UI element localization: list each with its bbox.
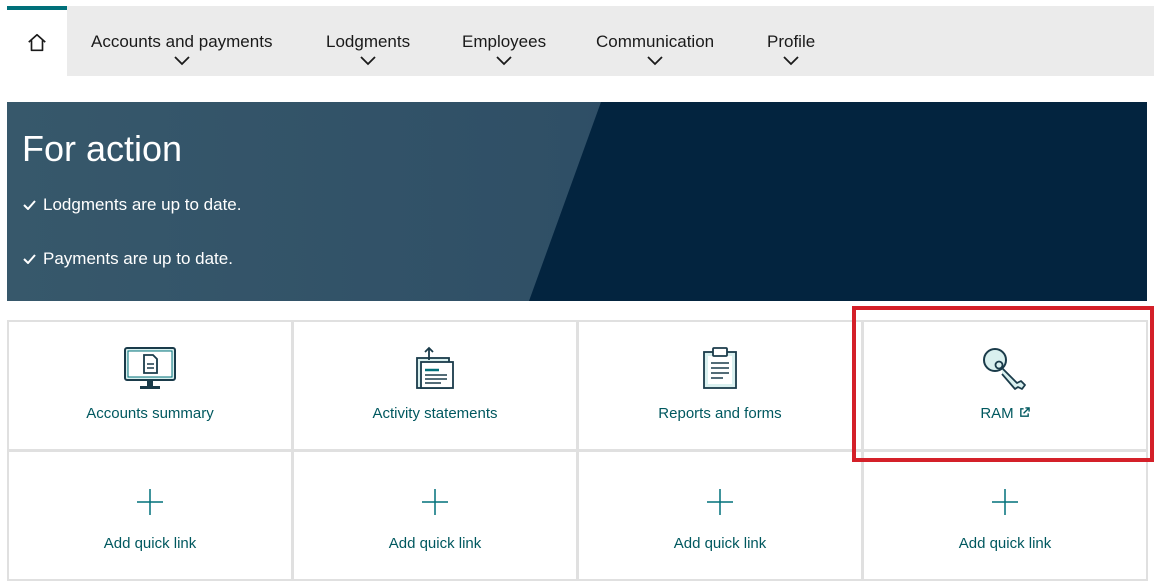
plus-icon [707,489,733,515]
tile-label: Add quick link [958,535,1052,552]
statements-upload-icon [416,346,454,389]
nav-communication[interactable]: Communication [596,6,714,76]
main-nav: Accounts and payments Lodgments Employee… [7,6,1154,76]
nav-label: Accounts and payments [91,32,273,51]
tile-label: RAM [864,405,1146,422]
tile-label: Add quick link [103,535,197,552]
tile-label: Reports and forms [658,405,782,422]
chevron-down-icon [360,56,376,66]
tile-add-quick-link[interactable]: Add quick link [292,450,578,581]
banner-item: Payments are up to date. [23,249,233,269]
chevron-down-icon [647,56,663,66]
nav-profile[interactable]: Profile [767,6,815,76]
nav-label: Employees [462,32,547,51]
banner-title: For action [22,128,183,169]
tile-add-quick-link[interactable]: Add quick link [862,450,1148,581]
clipboard-icon [703,347,737,389]
checkmark-icon [23,200,36,210]
plus-icon [992,489,1018,515]
plus-icon [422,489,448,515]
tile-label: Activity statements [372,405,498,422]
checkmark-icon [23,254,36,264]
nav-label: Profile [767,32,816,51]
tile-label: Add quick link [388,535,482,552]
banner-item-text: Payments are up to date. [43,249,233,268]
key-icon [983,348,1026,390]
for-action-banner: For action Lodgments are up to date. Pay… [7,102,1147,301]
chevron-down-icon [783,56,799,66]
chevron-down-icon [496,56,512,66]
nav-label: Lodgments [326,32,411,51]
monitor-document-icon [124,347,176,389]
tile-label: Accounts summary [86,405,214,422]
banner-item: Lodgments are up to date. [23,195,241,215]
home-button[interactable] [7,6,67,76]
tile-add-quick-link[interactable]: Add quick link [577,450,863,581]
nav-accounts-and-payments[interactable]: Accounts and payments [91,6,272,76]
tile-activity-statements[interactable]: Activity statements [292,320,578,451]
ram-label: RAM [980,405,1014,422]
tile-label: Add quick link [673,535,767,552]
banner-item-text: Lodgments are up to date. [43,195,242,214]
nav-employees[interactable]: Employees [462,6,546,76]
nav-lodgments[interactable]: Lodgments [326,6,410,76]
external-link-icon [1019,407,1030,417]
tile-add-quick-link[interactable]: Add quick link [7,450,293,581]
tile-reports-and-forms[interactable]: Reports and forms [577,320,863,451]
chevron-down-icon [174,56,190,66]
plus-icon [137,489,163,515]
tile-ram[interactable]: RAM [862,320,1148,451]
tile-accounts-summary[interactable]: Accounts summary [7,320,293,451]
nav-label: Communication [596,32,715,51]
home-icon [28,33,46,52]
